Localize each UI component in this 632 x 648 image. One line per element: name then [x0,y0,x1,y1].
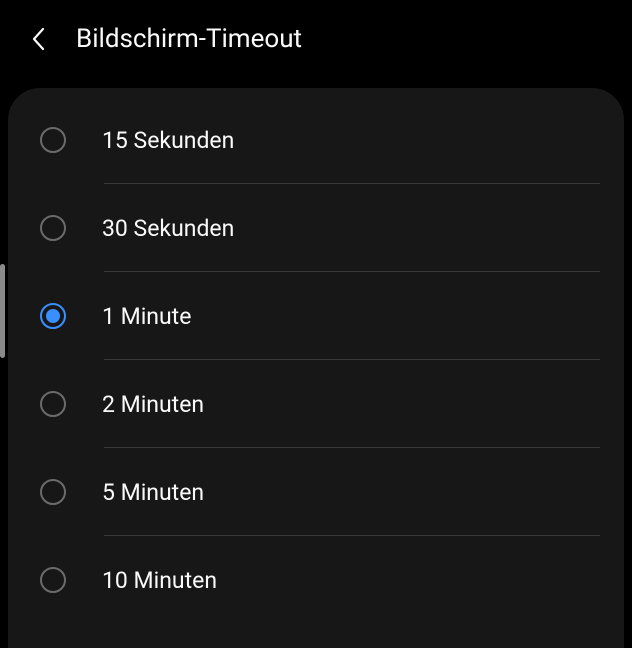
option-15-sekunden[interactable]: 15 Sekunden [8,96,624,184]
option-1-minute[interactable]: 1 Minute [8,272,624,360]
radio-icon [40,479,66,505]
radio-icon-selected [40,303,66,329]
option-2-minuten[interactable]: 2 Minuten [8,360,624,448]
option-30-sekunden[interactable]: 30 Sekunden [8,184,624,272]
radio-icon [40,391,66,417]
option-label: 30 Sekunden [102,215,234,242]
option-label: 15 Sekunden [102,127,234,154]
radio-icon [40,215,66,241]
scroll-indicator[interactable] [0,264,5,358]
radio-icon [40,567,66,593]
header: Bildschirm-Timeout [0,0,632,80]
option-5-minuten[interactable]: 5 Minuten [8,448,624,536]
options-panel: 15 Sekunden 30 Sekunden 1 Minute 2 Minut… [8,88,624,648]
option-label: 1 Minute [102,303,191,330]
radio-icon [40,127,66,153]
option-10-minuten[interactable]: 10 Minuten [8,536,624,624]
option-label: 2 Minuten [102,391,204,418]
option-label: 10 Minuten [102,567,217,594]
back-icon[interactable] [24,25,52,53]
option-label: 5 Minuten [102,479,204,506]
page-title: Bildschirm-Timeout [76,24,302,54]
